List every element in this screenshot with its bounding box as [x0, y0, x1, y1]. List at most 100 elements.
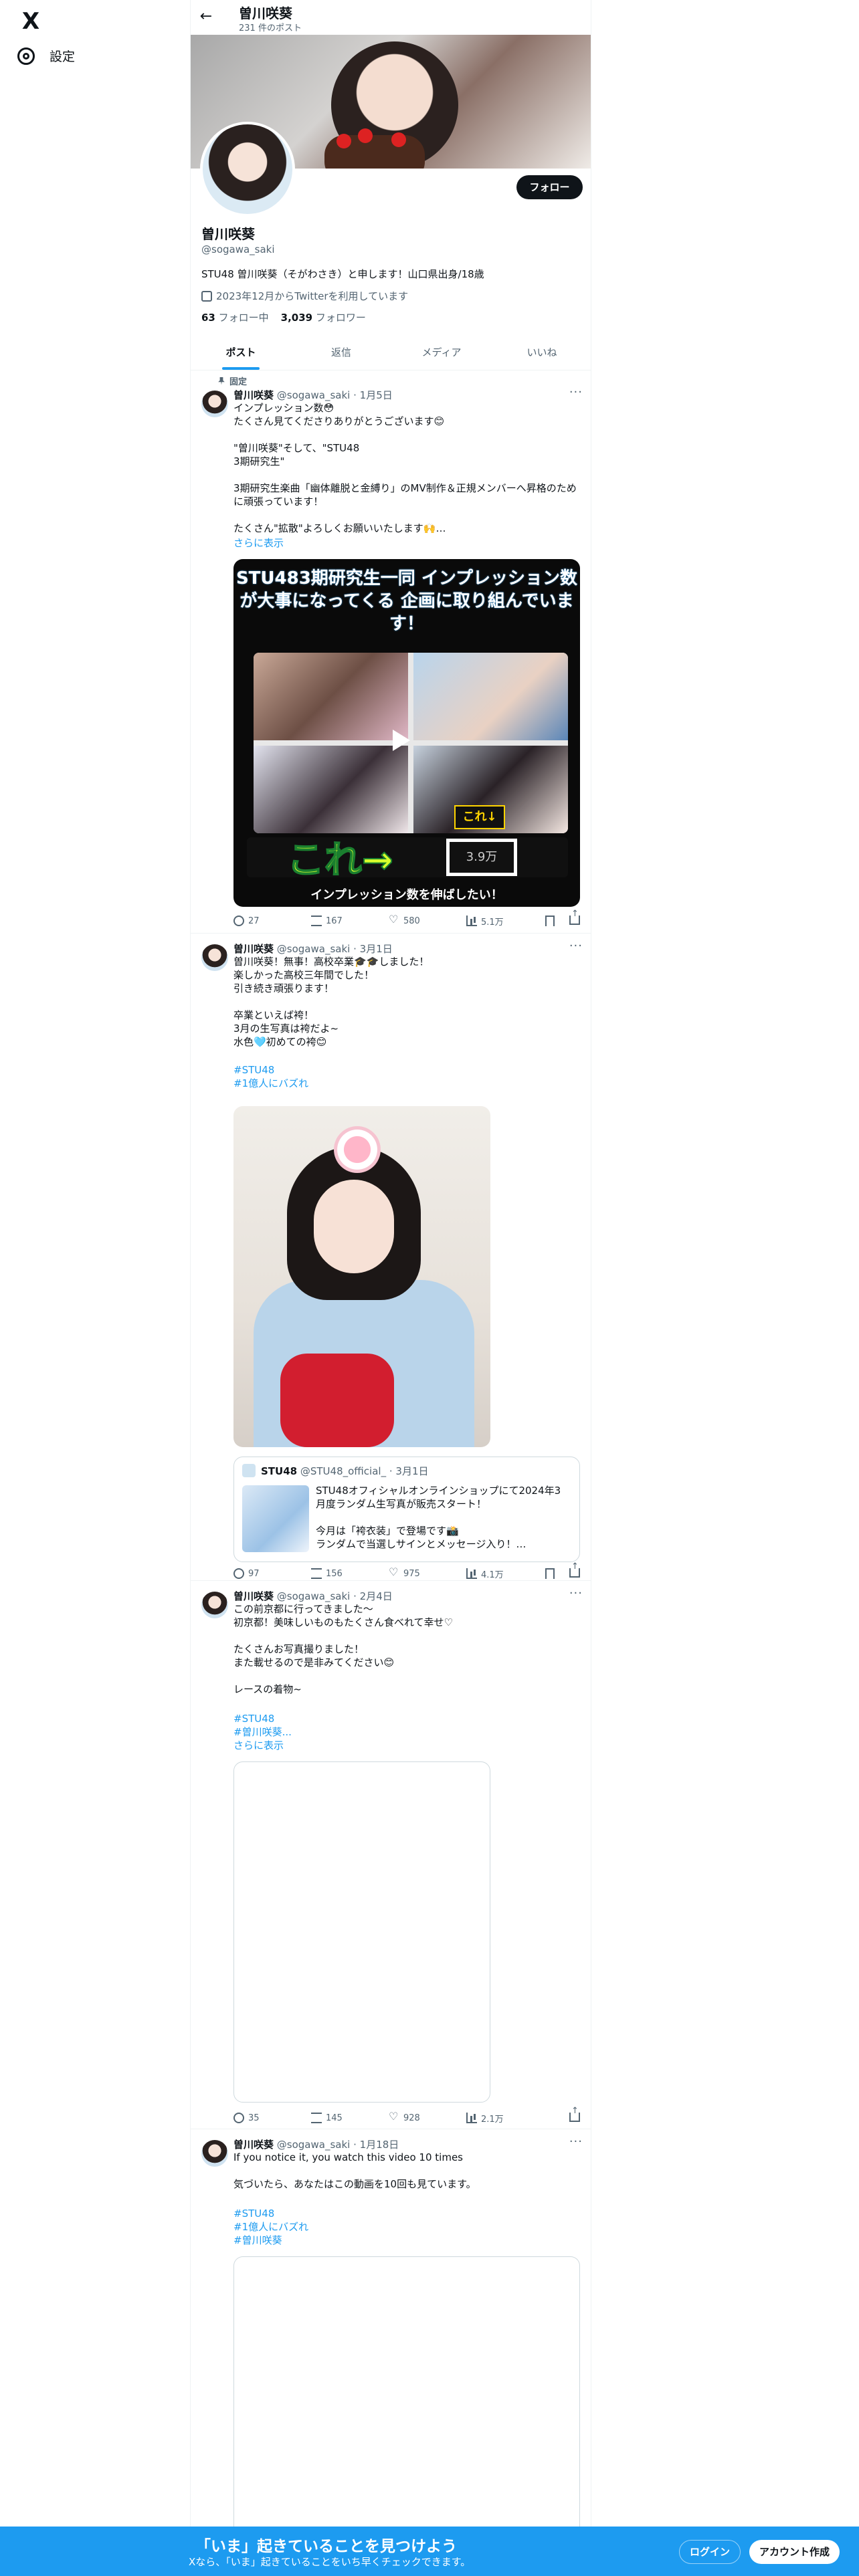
- repost-button[interactable]: 156: [311, 1568, 389, 1579]
- login-bar-title: 「いま」起きていることを見つけよう: [195, 2538, 457, 2555]
- share-icon[interactable]: [569, 2106, 580, 2122]
- tab-media[interactable]: メディア: [391, 334, 492, 370]
- repost-count: 156: [326, 1568, 343, 1579]
- views-button[interactable]: 4.1万: [466, 1568, 544, 1580]
- login-button[interactable]: ログイン: [679, 2540, 741, 2564]
- following-link[interactable]: 63 フォロー中: [201, 310, 269, 324]
- calendar-icon: [201, 290, 212, 302]
- back-arrow-icon[interactable]: ←: [199, 9, 213, 24]
- x-logo-icon[interactable]: X: [19, 9, 43, 33]
- like-button[interactable]: 975: [389, 1566, 466, 1579]
- tweet[interactable]: 曽川咲葵 @sogawa_saki · 1月5日 ··· インプレッション数😳 …: [191, 385, 591, 934]
- photo-hakama: [280, 1354, 394, 1447]
- bookmark-icon[interactable]: [545, 916, 555, 926]
- hashtag-link[interactable]: #曽川咲葵...: [233, 1725, 581, 1739]
- tweet-media-video[interactable]: STU483期研究生一同 インプレッション数が大事になってくる 企画に取り組んで…: [233, 559, 580, 907]
- hashtag-link[interactable]: #1億人にバズれ: [233, 1077, 581, 1090]
- views-button[interactable]: 2.1万: [466, 2112, 544, 2125]
- tweet-text: 曽川咲葵！無事！高校卒業🎓🎓しました！ 楽しかった高校三年間でした！ 引き続き頑…: [233, 956, 430, 1048]
- tweet-date[interactable]: · 3月1日: [353, 943, 393, 955]
- hashtag-link[interactable]: #1億人にバズれ: [233, 2220, 581, 2234]
- more-options-icon[interactable]: ···: [569, 385, 583, 399]
- tweet[interactable]: 曽川咲葵 @sogawa_saki · 3月1日 ··· 曽川咲葵！無事！高校卒…: [191, 939, 591, 1581]
- tweet-avatar[interactable]: [201, 944, 228, 971]
- avatar[interactable]: [200, 122, 295, 217]
- quote-text: STU48オフィシャルオンラインショップにて2024年3月度ランダム生写真が販売…: [316, 1485, 561, 1550]
- follow-button[interactable]: フォロー: [516, 175, 583, 199]
- profile-tabs: ポスト 返信 メディア いいね: [191, 334, 591, 370]
- repost-count: 145: [326, 2113, 343, 2123]
- views-button[interactable]: 5.1万: [466, 915, 544, 928]
- tweet-author-handle[interactable]: @sogawa_saki: [277, 2139, 351, 2151]
- tweet-actions: 97 156 975 4.1万: [233, 1562, 581, 1581]
- tweet-avatar[interactable]: [201, 2140, 228, 2167]
- tab-posts[interactable]: ポスト: [191, 334, 291, 370]
- media-footer-text: インプレッション数を伸ばしたい！: [310, 888, 503, 902]
- views-icon: [466, 916, 477, 926]
- media-views-box: 3.9万: [446, 839, 517, 876]
- play-icon[interactable]: [393, 730, 410, 751]
- hashtag-link[interactable]: #曽川咲葵: [233, 2234, 581, 2247]
- collage-panel: [413, 653, 568, 740]
- media-kore-label: これ↓: [454, 805, 505, 829]
- tab-likes[interactable]: いいね: [492, 334, 591, 370]
- collage-panel: [254, 746, 408, 833]
- profile-joined: 2023年12月からTwitterを利用しています: [201, 289, 408, 303]
- quote-date: · 3月1日: [389, 1465, 429, 1477]
- show-more-link[interactable]: さらに表示: [233, 1739, 581, 1752]
- tweet-date[interactable]: · 1月5日: [353, 389, 393, 401]
- sidebar-item-settings[interactable]: 設定: [17, 47, 75, 65]
- hashtag-link[interactable]: #STU48: [233, 2207, 581, 2220]
- tweet-avatar[interactable]: [201, 1592, 228, 1618]
- signup-button[interactable]: アカウント作成: [749, 2540, 840, 2564]
- like-button[interactable]: 928: [389, 2110, 466, 2123]
- followers-link[interactable]: 3,039 フォロワー: [281, 310, 366, 324]
- tweet-author-name[interactable]: 曽川咲葵: [233, 943, 274, 955]
- header-name: 曽川咲葵: [239, 5, 292, 21]
- login-prompt-bar: 「いま」起きていることを見つけよう Xなら、「いま」起きていることをいち早くチェ…: [0, 2527, 859, 2576]
- hashtag-link[interactable]: #STU48: [233, 1712, 581, 1725]
- like-button[interactable]: 580: [389, 913, 466, 926]
- more-options-icon[interactable]: ···: [569, 1586, 583, 1600]
- gear-icon: [17, 47, 35, 65]
- profile-stats: 63 フォロー中 3,039 フォロワー: [201, 310, 366, 324]
- more-options-icon[interactable]: ···: [569, 2135, 583, 2149]
- repost-icon: [311, 1568, 322, 1579]
- tweet-author-handle[interactable]: @sogawa_saki: [277, 1590, 351, 1602]
- reply-button[interactable]: 97: [233, 1568, 311, 1579]
- share-icon[interactable]: [569, 909, 580, 925]
- bookmark-icon[interactable]: [545, 1568, 555, 1579]
- tweet-media-placeholder[interactable]: [233, 1761, 490, 2103]
- show-more-link[interactable]: さらに表示: [233, 536, 581, 550]
- photo-face: [314, 1180, 394, 1273]
- repost-button[interactable]: 167: [311, 916, 389, 926]
- followers-label: フォロワー: [315, 312, 366, 324]
- profile-bio: STU48 曽川咲葵（そがわさき）と申します！山口県出身/18歳: [201, 268, 484, 280]
- tweet-date[interactable]: · 2月4日: [353, 1590, 393, 1602]
- tweet[interactable]: 曽川咲葵 @sogawa_saki · 2月4日 ··· この前京都に行ってきま…: [191, 1586, 591, 2129]
- repost-button[interactable]: 145: [311, 2113, 389, 2123]
- collage-panel: [254, 653, 408, 740]
- reply-button[interactable]: 35: [233, 2113, 311, 2123]
- tweet-author-handle[interactable]: @sogawa_saki: [277, 389, 351, 401]
- tweet-avatar[interactable]: [201, 391, 228, 417]
- like-count: 928: [403, 2113, 420, 2123]
- tweet-header: 曽川咲葵 @sogawa_saki · 1月5日: [233, 388, 393, 402]
- tweet-media-photo[interactable]: [233, 1106, 490, 1447]
- banner-berry: [391, 132, 406, 147]
- tab-replies[interactable]: 返信: [291, 334, 391, 370]
- reply-button[interactable]: 27: [233, 916, 311, 926]
- joined-text: 2023年12月からTwitterを利用しています: [216, 290, 409, 302]
- tweet-author-name[interactable]: 曽川咲葵: [233, 2139, 274, 2151]
- tweet-author-handle[interactable]: @sogawa_saki: [277, 943, 351, 955]
- hashtag-link[interactable]: #STU48: [233, 1063, 581, 1077]
- tweet-author-name[interactable]: 曽川咲葵: [233, 389, 274, 401]
- quoted-tweet[interactable]: STU48 @STU48_official_ · 3月1日 STU48オフィシャ…: [233, 1457, 580, 1562]
- banner-berry: [337, 134, 351, 148]
- tweet-author-name[interactable]: 曽川咲葵: [233, 1590, 274, 1602]
- followers-count: 3,039: [280, 312, 313, 324]
- more-options-icon[interactable]: ···: [569, 939, 583, 953]
- share-icon[interactable]: [569, 1562, 580, 1578]
- tweet-date[interactable]: · 1月18日: [353, 2139, 399, 2151]
- tweet[interactable]: 曽川咲葵 @sogawa_saki · 1月18日 ··· If you not…: [191, 2135, 591, 2576]
